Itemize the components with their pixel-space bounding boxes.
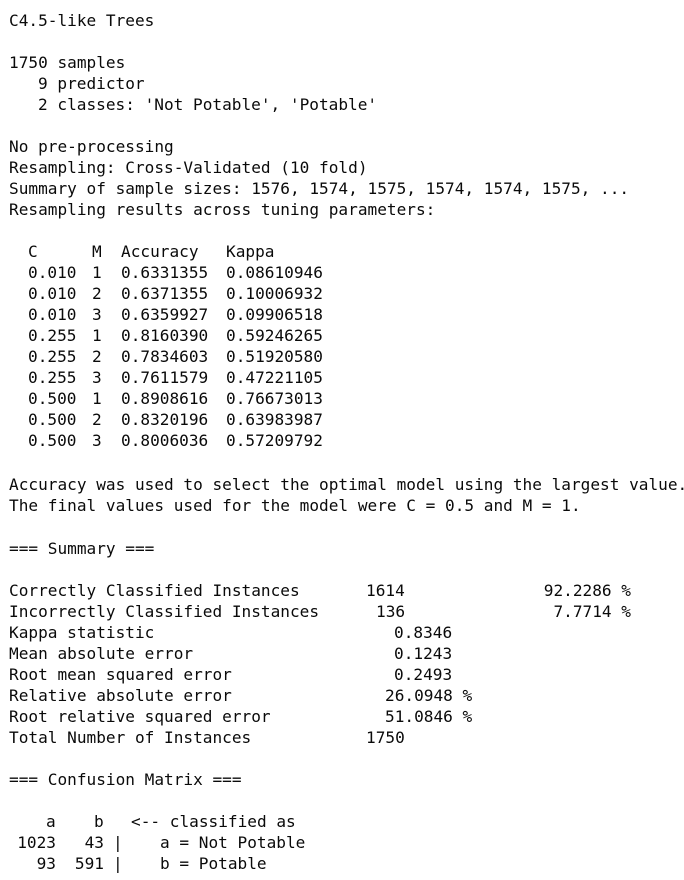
summary-label: Total Number of Instances: [9, 728, 252, 747]
table-cell: 0.8006036: [121, 431, 209, 450]
table-cell: 0.08610946: [226, 263, 323, 282]
table-cell: 0.010: [28, 263, 77, 282]
table-cell: 0.7611579: [121, 368, 209, 387]
summary-label: Relative absolute error: [9, 686, 232, 705]
table-cell: 2: [92, 410, 102, 429]
samples-line: 1750 samples: [9, 53, 126, 72]
summary-label: Incorrectly Classified Instances: [9, 602, 320, 621]
column-header-accuracy: Accuracy: [121, 242, 199, 261]
summary-label: Kappa statistic: [9, 623, 155, 642]
r-console-output: C4.5-like Trees 1750 samples 9 predictor…: [0, 0, 684, 880]
table-cell: 0.255: [28, 347, 77, 366]
table-cell: 0.500: [28, 431, 77, 450]
table-cell: 0.255: [28, 368, 77, 387]
model-title: C4.5-like Trees: [9, 11, 155, 30]
table-cell: 0.500: [28, 389, 77, 408]
predictors-line: 9 predictor: [38, 74, 145, 93]
summary-value: 0.2493: [394, 665, 453, 684]
table-cell: 1: [92, 389, 102, 408]
column-header-m: M: [92, 242, 102, 261]
table-cell: 0.76673013: [226, 389, 323, 408]
confusion-separator: |: [113, 833, 123, 852]
summary-header: === Summary ===: [9, 539, 155, 558]
table-cell: 0.57209792: [226, 431, 323, 450]
confusion-cell: 1023: [17, 833, 56, 852]
final-values-line: The final values used for the model were…: [9, 496, 581, 515]
resampling-line: Resampling: Cross-Validated (10 fold): [9, 158, 368, 177]
table-cell: 0.6331355: [121, 263, 209, 282]
table-cell: 0.09906518: [226, 305, 323, 324]
classified-as-label: <-- classified as: [131, 812, 296, 831]
table-cell: 0.47221105: [226, 368, 323, 387]
confusion-cell: 93: [36, 854, 56, 873]
summary-value: 136: [376, 602, 406, 621]
table-cell: 0.10006932: [226, 284, 323, 303]
confusion-col-a: a: [46, 812, 56, 831]
confusion-header: === Confusion Matrix ===: [9, 770, 242, 789]
preprocessing-line: No pre-processing: [9, 137, 174, 156]
summary-label: Root mean squared error: [9, 665, 232, 684]
table-cell: 0.500: [28, 410, 77, 429]
table-cell: 1: [92, 263, 102, 282]
table-cell: 0.63983987: [226, 410, 323, 429]
confusion-row-label: b = Potable: [160, 854, 267, 873]
table-cell: 0.255: [28, 326, 77, 345]
confusion-cell: 43: [84, 833, 104, 852]
table-cell: 2: [92, 284, 102, 303]
column-header-c: C: [28, 242, 38, 261]
table-cell: 3: [92, 305, 102, 324]
confusion-row-label: a = Not Potable: [160, 833, 306, 852]
table-cell: 0.59246265: [226, 326, 323, 345]
table-cell: 0.010: [28, 305, 77, 324]
table-cell: 3: [92, 368, 102, 387]
table-cell: 0.7834603: [121, 347, 209, 366]
confusion-col-b: b: [94, 812, 104, 831]
table-cell: 1: [92, 326, 102, 345]
table-cell: 0.6371355: [121, 284, 209, 303]
summary-value: 0.8346: [394, 623, 453, 642]
summary-percent: 92.2286 %: [543, 581, 631, 600]
table-cell: 0.8908616: [121, 389, 209, 408]
summary-value: 26.0948 %: [385, 686, 473, 705]
table-cell: 0.8160390: [121, 326, 209, 345]
classes-line: 2 classes: 'Not Potable', 'Potable': [38, 95, 378, 114]
selection-note-line: Accuracy was used to select the optimal …: [9, 475, 684, 494]
summary-value: 51.0846 %: [385, 707, 473, 726]
confusion-separator: |: [113, 854, 123, 873]
confusion-cell: 591: [74, 854, 104, 873]
summary-label: Mean absolute error: [9, 644, 194, 663]
sample-sizes-line: Summary of sample sizes: 1576, 1574, 157…: [9, 179, 630, 198]
summary-label: Root relative squared error: [9, 707, 271, 726]
tuning-header-line: Resampling results across tuning paramet…: [9, 200, 436, 219]
summary-value: 0.1243: [394, 644, 453, 663]
table-cell: 2: [92, 347, 102, 366]
summary-label: Correctly Classified Instances: [9, 581, 300, 600]
table-cell: 0.6359927: [121, 305, 209, 324]
table-cell: 3: [92, 431, 102, 450]
table-cell: 0.010: [28, 284, 77, 303]
summary-value: 1614: [366, 581, 405, 600]
summary-value: 1750: [366, 728, 405, 747]
column-header-kappa: Kappa: [226, 242, 275, 261]
table-cell: 0.51920580: [226, 347, 323, 366]
table-cell: 0.8320196: [121, 410, 209, 429]
summary-percent: 7.7714 %: [553, 602, 631, 621]
